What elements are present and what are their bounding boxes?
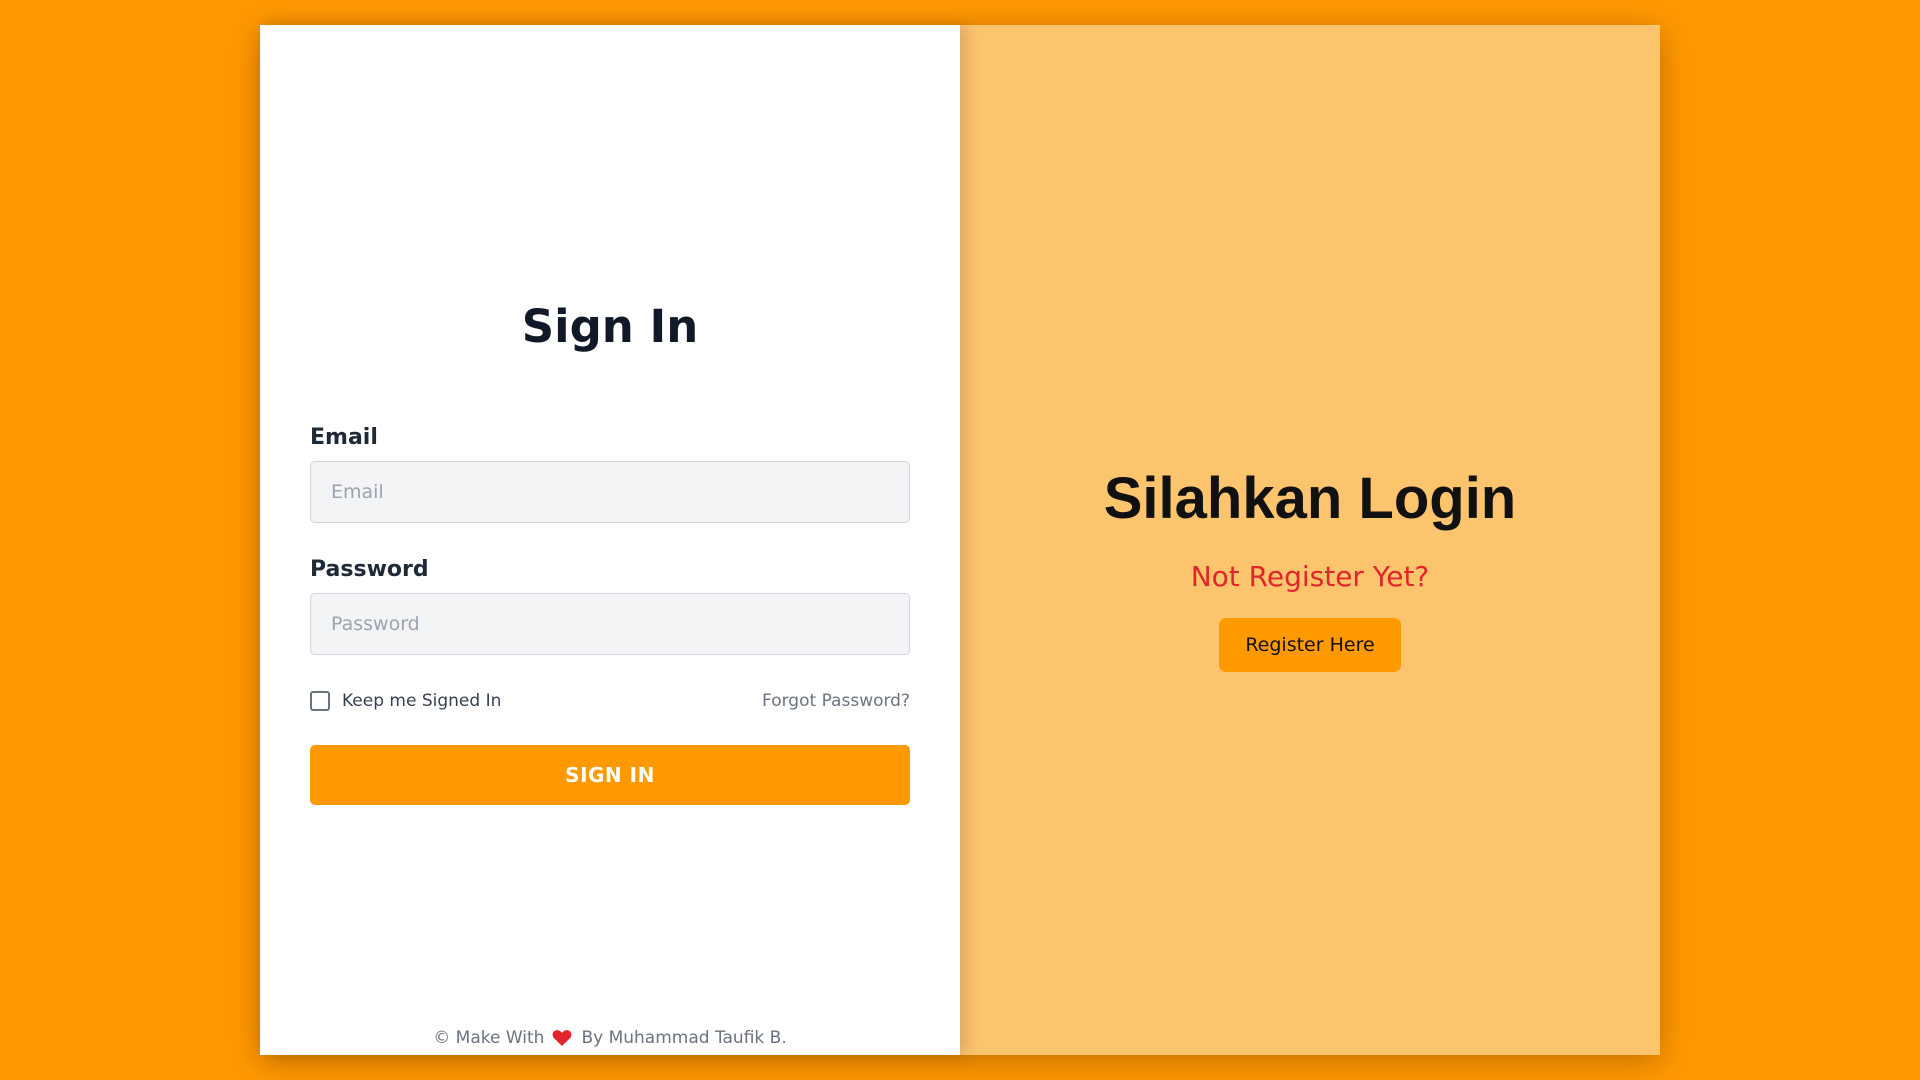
signin-panel: Sign In Email Password Keep me Signed In… <box>260 25 960 1055</box>
password-input[interactable] <box>310 593 910 655</box>
register-subtitle: Not Register Yet? <box>1190 560 1430 593</box>
remember-row: Keep me Signed In Forgot Password? <box>310 688 910 714</box>
login-card: Sign In Email Password Keep me Signed In… <box>260 25 1660 1055</box>
remember-checkbox[interactable] <box>310 691 330 711</box>
remember-group: Keep me Signed In <box>310 691 501 711</box>
register-title: Silahkan Login <box>1103 466 1517 531</box>
footer-prefix: © Make With <box>433 1028 545 1048</box>
signin-button[interactable]: SIGN IN <box>310 745 910 805</box>
signin-title: Sign In <box>521 300 699 353</box>
register-button[interactable]: Register Here <box>1219 618 1401 672</box>
password-label: Password <box>310 557 429 582</box>
register-panel: Silahkan Login Not Register Yet? Registe… <box>960 25 1660 1055</box>
email-input[interactable] <box>310 461 910 523</box>
remember-label[interactable]: Keep me Signed In <box>342 691 501 711</box>
footer: © Make With By Muhammad Taufik B. <box>260 1028 960 1048</box>
forgot-password-link[interactable]: Forgot Password? <box>762 691 910 711</box>
email-label: Email <box>310 425 378 450</box>
heart-icon <box>552 1029 572 1047</box>
footer-suffix: By Muhammad Taufik B. <box>581 1028 787 1048</box>
